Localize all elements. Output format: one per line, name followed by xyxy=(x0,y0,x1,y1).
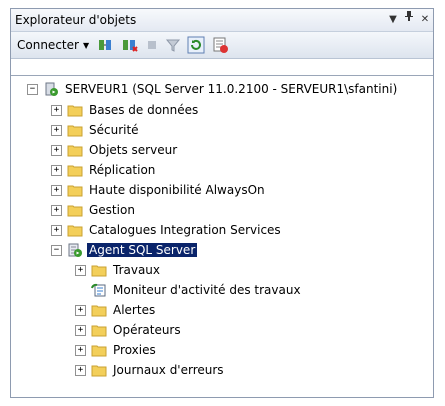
folder-icon xyxy=(67,223,83,237)
object-explorer-tree: − SERVEUR1 (SQL Server 11.0.2100 - SERVE… xyxy=(11,75,433,397)
expand-icon[interactable]: + xyxy=(51,164,62,176)
folder-icon xyxy=(67,143,83,157)
tree-node-integration-services[interactable]: + Catalogues Integration Services xyxy=(51,221,283,239)
tree-node-replication[interactable]: + Réplication xyxy=(51,161,157,179)
folder-icon xyxy=(91,323,107,337)
tree-node-proxies[interactable]: + Proxies xyxy=(75,341,158,359)
folder-icon xyxy=(67,163,83,177)
folder-icon xyxy=(67,103,83,117)
object-explorer-panel: Explorateur d'objets ▼ ✕ Connecter ▼ − S… xyxy=(10,8,434,398)
expand-icon[interactable]: + xyxy=(75,264,86,276)
tree-node-security[interactable]: + Sécurité xyxy=(51,121,141,139)
sql-agent-icon xyxy=(67,242,83,258)
collapse-icon[interactable]: − xyxy=(51,244,62,256)
connect-object-explorer-icon[interactable] xyxy=(97,35,115,55)
folder-icon xyxy=(67,183,83,197)
tree-node-operators[interactable]: + Opérateurs xyxy=(75,321,183,339)
expand-icon[interactable]: + xyxy=(51,104,62,116)
tree-node-label: Alertes xyxy=(113,303,156,317)
panel-title: Explorateur d'objets xyxy=(15,13,137,27)
tree-node-job-activity-monitor[interactable]: Moniteur d'activité des travaux xyxy=(75,281,303,299)
tree-node-alerts[interactable]: + Alertes xyxy=(75,301,157,319)
tree-node-label: Proxies xyxy=(113,343,156,357)
folder-icon xyxy=(91,303,107,317)
tree-node-databases[interactable]: + Bases de données xyxy=(51,101,200,119)
tree-node-management[interactable]: + Gestion xyxy=(51,201,137,219)
tree-node-error-logs[interactable]: + Journaux d'erreurs xyxy=(75,361,226,379)
tree-node-label: Objets serveur xyxy=(89,143,178,157)
tree-node-label: Opérateurs xyxy=(113,323,181,337)
close-icon[interactable]: ✕ xyxy=(417,9,433,31)
collapse-icon[interactable]: − xyxy=(27,83,38,95)
chevron-down-icon: ▼ xyxy=(82,40,90,50)
panel-toolbar: Connecter ▼ xyxy=(11,32,433,59)
tree-node-server[interactable]: − SERVEUR1 (SQL Server 11.0.2100 - SERVE… xyxy=(27,80,399,98)
folder-icon xyxy=(91,343,107,357)
folder-icon xyxy=(67,203,83,217)
expand-icon[interactable]: + xyxy=(75,364,86,376)
activity-monitor-icon xyxy=(91,282,107,298)
tree-node-label: Travaux xyxy=(113,263,161,277)
tree-node-label: Sécurité xyxy=(89,123,139,137)
tree-node-alwayson[interactable]: + Haute disponibilité AlwaysOn xyxy=(51,181,267,199)
tree-node-label: Agent SQL Server xyxy=(87,243,198,257)
server-icon xyxy=(43,81,59,97)
tree-node-label: Moniteur d'activité des travaux xyxy=(113,283,301,297)
folder-icon xyxy=(91,263,107,277)
expand-icon[interactable]: + xyxy=(51,224,62,236)
tree-node-sql-agent[interactable]: − Agent SQL Server xyxy=(51,241,198,259)
tree-node-label: Réplication xyxy=(89,163,156,177)
server-label: SERVEUR1 (SQL Server 11.0.2100 - SERVEUR… xyxy=(65,82,398,96)
panel-titlebar: Explorateur d'objets ▼ ✕ xyxy=(11,9,433,32)
tree-node-label: Gestion xyxy=(89,203,135,217)
expand-icon[interactable]: + xyxy=(75,304,86,316)
folder-icon xyxy=(91,363,107,377)
window-position-dropdown[interactable]: ▼ xyxy=(385,9,401,31)
refresh-icon[interactable] xyxy=(187,35,205,55)
connect-label: Connecter xyxy=(17,38,79,52)
expand-icon[interactable]: + xyxy=(51,184,62,196)
auto-hide-pin-icon[interactable] xyxy=(401,9,417,31)
tree-node-jobs[interactable]: + Travaux xyxy=(75,261,162,279)
expand-icon[interactable]: + xyxy=(51,124,62,136)
expand-icon[interactable]: + xyxy=(75,344,86,356)
expand-icon[interactable]: + xyxy=(51,204,62,216)
disconnect-icon[interactable] xyxy=(121,35,139,55)
filter-icon[interactable] xyxy=(165,35,181,55)
tree-node-label: Bases de données xyxy=(89,103,199,117)
connect-button[interactable]: Connecter ▼ xyxy=(15,35,91,55)
tree-node-label: Haute disponibilité AlwaysOn xyxy=(89,183,265,197)
tree-node-server-objects[interactable]: + Objets serveur xyxy=(51,141,179,159)
folder-icon xyxy=(67,123,83,137)
expand-icon[interactable]: + xyxy=(51,144,62,156)
tree-node-label: Journaux d'erreurs xyxy=(113,363,224,377)
tree-node-label: Catalogues Integration Services xyxy=(89,223,281,237)
stop-icon[interactable] xyxy=(145,35,159,55)
expand-icon[interactable]: + xyxy=(75,324,86,336)
summary-report-icon[interactable] xyxy=(211,35,229,55)
